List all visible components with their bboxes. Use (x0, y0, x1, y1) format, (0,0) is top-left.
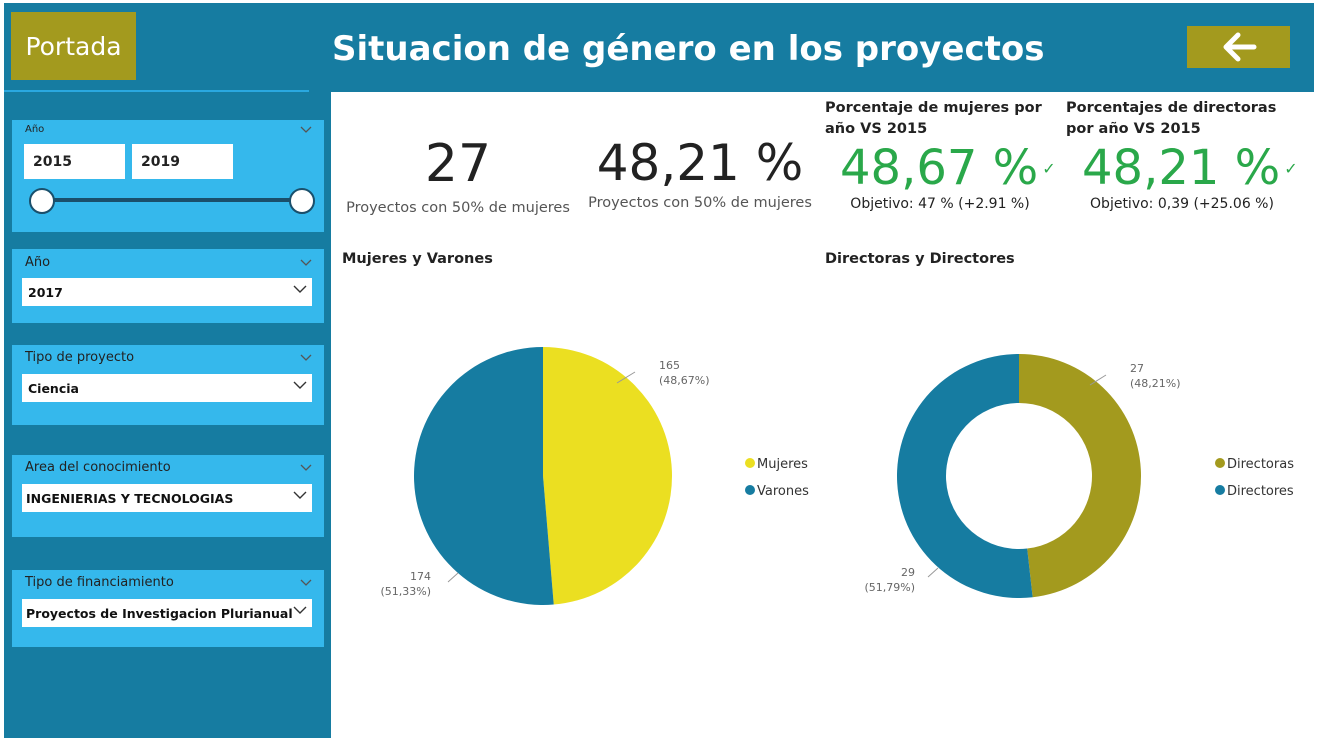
data-label-percent: (51,79%) (864, 581, 915, 594)
data-label-value: 27 (1130, 362, 1144, 375)
legend-item[interactable]: Directoras (1227, 457, 1294, 472)
charts-canvas: 165 (48,67%) 174 (51,33%) Mujeres Varones 27 (… (380, 347, 1294, 605)
men-slice[interactable] (413, 347, 554, 605)
report-page: Portada Situacion de género en los proye… (0, 0, 1325, 738)
gender-pie-chart: 165 (48,67%) 174 (51,33%) Mujeres Varones (380, 347, 809, 605)
legend-item[interactable]: Directores (1227, 484, 1294, 499)
data-label-percent: (48,67%) (659, 374, 710, 387)
leader-line (447, 572, 459, 583)
data-label-value: 165 (659, 359, 680, 372)
directores-slice[interactable] (896, 354, 1033, 598)
legend-marker (1215, 458, 1225, 468)
data-label-percent: (48,21%) (1130, 377, 1181, 390)
legend-marker (1215, 485, 1225, 495)
legend-marker (745, 458, 755, 468)
directors-donut-chart: 27 (48,21%) 29 (51,79%) Directoras Directores (864, 354, 1294, 598)
directoras-slice[interactable] (1019, 354, 1141, 598)
data-label-value: 174 (410, 570, 431, 583)
legend-marker (745, 485, 755, 495)
leader-line (927, 567, 939, 578)
legend-item[interactable]: Varones (757, 484, 809, 499)
women-slice[interactable] (543, 347, 672, 605)
data-label-percent: (51,33%) (380, 585, 431, 598)
data-label-value: 29 (901, 566, 915, 579)
legend-item[interactable]: Mujeres (757, 457, 808, 472)
